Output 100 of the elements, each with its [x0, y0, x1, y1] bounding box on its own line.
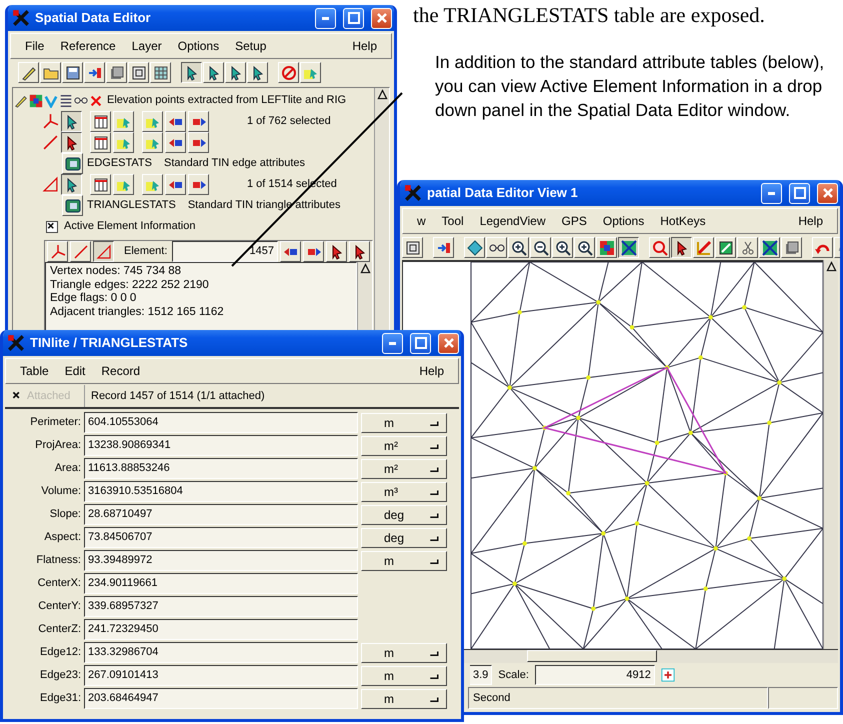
field-label: Edge12: — [39, 645, 81, 660]
value-field[interactable]: 339.68957327 — [84, 596, 358, 617]
value-field[interactable]: 93.39489972 — [84, 550, 358, 571]
value-field[interactable]: 234.90119661 — [84, 573, 358, 594]
minimize-button[interactable] — [761, 182, 782, 204]
maximize-button[interactable] — [789, 182, 810, 204]
menu-item[interactable]: w — [409, 210, 434, 232]
magnifier-icon — [652, 240, 668, 256]
unit-dropdown[interactable]: m — [361, 642, 447, 662]
v-icon — [44, 94, 58, 108]
triangle-icon — [96, 244, 112, 260]
close-button[interactable] — [438, 332, 459, 354]
field-label: CenterX: — [36, 576, 81, 592]
unit-dropdown[interactable]: m — [361, 666, 447, 686]
field-label: CenterY: — [37, 599, 81, 614]
unit-dropdown[interactable]: m³ — [361, 482, 447, 502]
color-grid-icon — [598, 240, 614, 256]
menu-item[interactable]: Help — [411, 360, 452, 382]
node-icon — [50, 244, 66, 260]
scale-field[interactable]: 4912 — [534, 664, 655, 686]
glasses-icon — [488, 244, 504, 252]
tool-button[interactable] — [671, 237, 692, 258]
menu-item[interactable]: Table — [12, 360, 57, 382]
menu-item[interactable]: Record — [93, 360, 148, 382]
info-line: Triangle edges: 2222 252 2190 — [50, 278, 210, 292]
vertical-scrollbar[interactable] — [357, 262, 372, 331]
layers-icon — [108, 64, 124, 80]
field-label: Slope: — [48, 507, 81, 522]
value-field[interactable]: 13238.90869341 — [84, 435, 358, 456]
menu-item[interactable]: Tool — [434, 210, 472, 232]
tool-button[interactable] — [181, 62, 202, 83]
ruler-icon — [696, 240, 712, 256]
vertical-scrollbar[interactable] — [823, 260, 838, 649]
value-field[interactable]: 73.84506707 — [84, 527, 358, 548]
app-logo-icon — [404, 184, 422, 202]
field-label: Aspect: — [43, 530, 81, 546]
value-field[interactable]: 3163910.53516804 — [84, 481, 358, 502]
menu-item[interactable]: GPS — [554, 210, 595, 232]
line-icon — [72, 244, 88, 260]
unit-dropdown[interactable]: m — [361, 412, 447, 432]
maximize-button[interactable] — [410, 332, 431, 354]
field-label: CenterZ: — [37, 622, 81, 638]
unit-dropdown[interactable]: deg — [361, 504, 447, 524]
menu-item[interactable]: File — [17, 35, 52, 57]
highlighted-triangle[interactable] — [542, 366, 728, 474]
menu-item[interactable]: Setup — [227, 35, 274, 57]
checkbox[interactable] — [46, 220, 58, 232]
element-label: Element: — [124, 244, 168, 260]
table-name[interactable]: TRIANGLESTATS — [87, 197, 176, 214]
unit-dropdown[interactable]: m — [361, 688, 447, 708]
table-name[interactable]: EDGESTATS — [87, 155, 152, 172]
value-field[interactable]: 133.32986704 — [84, 642, 358, 663]
edit-icon — [718, 240, 734, 256]
page-heading: the TRIANGLESTATS table are exposed. — [413, 2, 765, 29]
tool-button[interactable] — [61, 174, 82, 195]
info-line: Edge flags: 0 0 0 — [50, 292, 138, 306]
maximize-icon — [792, 185, 808, 201]
element-field[interactable]: 1457 — [172, 241, 278, 262]
pencil-icon — [20, 64, 36, 80]
close-button[interactable] — [371, 8, 392, 28]
glasses-icon — [74, 97, 88, 104]
menu-item[interactable]: Options — [170, 35, 228, 57]
menu-item[interactable]: HotKeys — [652, 210, 714, 232]
menu-item[interactable]: Options — [594, 210, 652, 232]
value-field[interactable]: 11613.88853246 — [84, 458, 358, 479]
unit-dropdown[interactable]: deg — [361, 528, 447, 548]
value-field[interactable]: 267.09101413 — [84, 665, 358, 686]
close-button[interactable] — [817, 182, 838, 204]
vertical-scrollbar[interactable] — [374, 88, 389, 331]
zoom-field[interactable]: 3.9 — [470, 664, 492, 686]
unit-dropdown[interactable]: m² — [361, 458, 447, 478]
line-icon — [42, 134, 59, 151]
minimize-button[interactable] — [315, 8, 336, 28]
menu-item[interactable]: Help — [790, 210, 831, 232]
value-field[interactable]: 28.68710497 — [84, 504, 358, 525]
menu-item[interactable]: Edit — [56, 360, 94, 382]
value-field[interactable]: 241.72329450 — [84, 619, 358, 640]
value-field[interactable]: 203.68464947 — [84, 688, 358, 709]
horizontal-scrollbar[interactable] — [527, 650, 657, 662]
info-line: Vertex nodes: 745 734 88 — [50, 265, 182, 278]
menu-item[interactable]: LegendView — [472, 210, 554, 232]
zoom-in-icon — [510, 240, 526, 256]
minimize-button[interactable] — [382, 332, 403, 354]
menu-item[interactable]: Layer — [124, 35, 170, 57]
tool-button[interactable] — [61, 111, 82, 132]
tool-button[interactable] — [61, 132, 82, 153]
no-entry-icon — [280, 64, 296, 80]
tool-button[interactable] — [93, 241, 114, 262]
table-icon — [92, 176, 108, 192]
table-description: Standard TIN edge attributes — [164, 156, 306, 172]
map-icon — [620, 240, 636, 256]
maximize-button[interactable] — [343, 8, 364, 28]
unit-dropdown[interactable]: m² — [361, 436, 447, 456]
value-field[interactable]: 604.10553064 — [84, 412, 358, 433]
unit-dropdown[interactable]: m — [361, 550, 447, 570]
node-icon — [42, 113, 59, 130]
menu-item[interactable]: Reference — [52, 35, 124, 57]
table-card-icon — [64, 198, 80, 214]
tool-button[interactable] — [618, 237, 639, 258]
menu-item[interactable]: Help — [344, 35, 385, 57]
